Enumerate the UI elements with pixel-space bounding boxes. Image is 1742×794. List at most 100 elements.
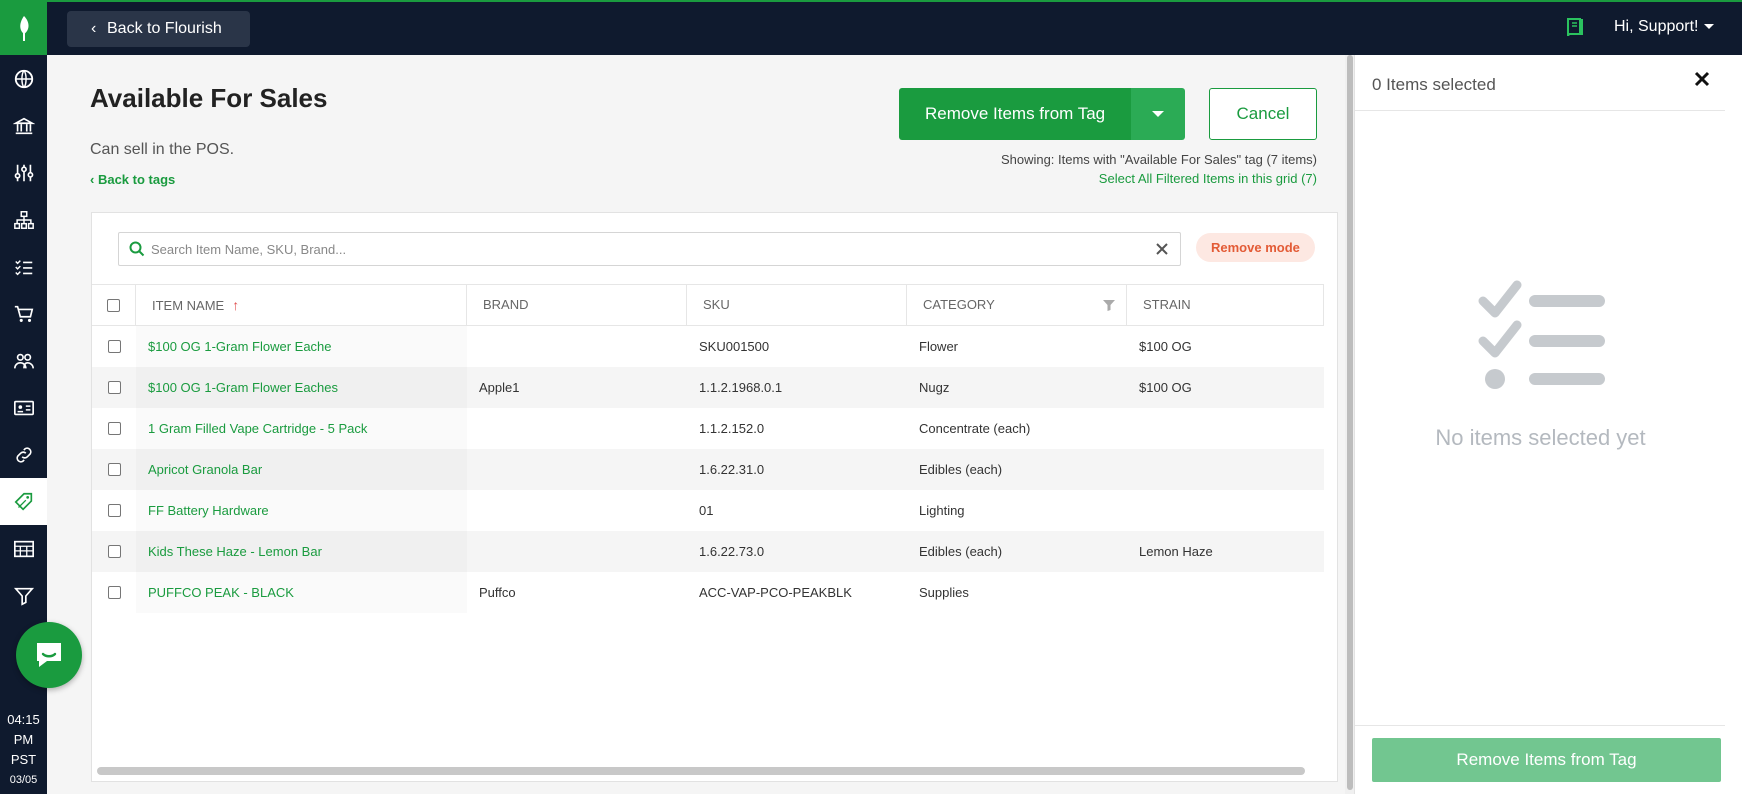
help-chat-button[interactable]: [16, 622, 82, 688]
table-row[interactable]: PUFFCO PEAK - BLACK Puffco ACC-VAP-PCO-P…: [92, 572, 1324, 613]
item-name-link[interactable]: Kids These Haze - Lemon Bar: [136, 531, 467, 572]
book-icon[interactable]: [1564, 16, 1586, 43]
column-header-label: BRAND: [483, 297, 529, 312]
strain-cell: [1127, 449, 1324, 490]
checklist-icon: [14, 259, 32, 275]
row-checkbox[interactable]: [107, 586, 121, 599]
bank-icon: [12, 117, 35, 134]
filter-icon: [13, 587, 34, 606]
vertical-scrollbar-thumb[interactable]: [1347, 55, 1353, 790]
page-description: Can sell in the POS.: [90, 141, 235, 158]
remove-items-button[interactable]: Remove Items from Tag: [899, 88, 1132, 140]
column-header-label: ITEM NAME: [152, 298, 225, 313]
column-header-category[interactable]: CATEGORY: [907, 285, 1127, 325]
sidebar-item-table[interactable]: [0, 525, 47, 572]
close-icon[interactable]: [1154, 241, 1170, 257]
row-checkbox-cell: [92, 326, 136, 367]
sidebar-item-sliders[interactable]: [0, 149, 47, 196]
table-row[interactable]: Apricot Granola Bar 1.6.22.31.0 Edibles …: [92, 449, 1324, 490]
sidebar-item-cart[interactable]: [0, 290, 47, 337]
sku-cell: 1.6.22.73.0: [699, 544, 765, 559]
filter-icon[interactable]: [1102, 298, 1116, 312]
sidebar-item-tags[interactable]: [0, 478, 47, 525]
brand-cell: [467, 531, 687, 572]
row-checkbox[interactable]: [107, 463, 121, 476]
sidebar-item-filter[interactable]: [0, 572, 47, 619]
selected-count: 0 Items selected: [1372, 75, 1496, 94]
table-row[interactable]: FF Battery Hardware 01 Lighting: [92, 490, 1324, 531]
sidebar-item-people[interactable]: [0, 337, 47, 384]
user-menu[interactable]: Hi, Support!: [1614, 18, 1715, 36]
select-all-checkbox[interactable]: [107, 298, 120, 312]
caret-down-icon: [1152, 111, 1165, 117]
select-all-filtered-link[interactable]: Select All Filtered Items in this grid (…: [1099, 171, 1317, 186]
brand-cell: [467, 408, 687, 449]
strain-cell: [1127, 572, 1324, 613]
sku-cell: 1.6.22.31.0: [699, 462, 765, 477]
sku-cell: 1.1.2.152.0: [699, 421, 765, 436]
strain-cell: [1127, 490, 1324, 531]
strain-cell: $100 OG: [1139, 380, 1192, 395]
remove-items-dropdown-toggle[interactable]: [1131, 88, 1186, 140]
horizontal-scrollbar[interactable]: [97, 767, 1305, 775]
top-bar: ‹ Back to Flourish Hi, Support!: [47, 0, 1742, 55]
back-to-flourish-button[interactable]: ‹ Back to Flourish: [67, 11, 250, 47]
item-name-link[interactable]: $100 OG 1-Gram Flower Eaches: [136, 367, 467, 408]
column-header-strain[interactable]: STRAIN: [1127, 285, 1324, 325]
sidebar-item-org[interactable]: [0, 196, 47, 243]
row-checkbox[interactable]: [107, 340, 121, 353]
chevron-left-icon: ‹: [91, 20, 97, 37]
sku-cell: 1.1.2.1968.0.1: [699, 380, 783, 395]
sidebar-item-checklist[interactable]: [0, 243, 47, 290]
strain-cell: Lemon Haze: [1139, 544, 1213, 559]
item-name-link[interactable]: Apricot Granola Bar: [136, 449, 467, 490]
item-name-link[interactable]: PUFFCO PEAK - BLACK: [136, 572, 467, 613]
item-name-link[interactable]: $100 OG 1-Gram Flower Eache: [136, 326, 467, 367]
row-checkbox-cell: [92, 572, 136, 613]
org-chart-icon: [13, 210, 34, 229]
item-name-link[interactable]: 1 Gram Filled Vape Cartridge - 5 Pack: [136, 408, 467, 449]
clock-time: 04:15: [7, 712, 40, 727]
globe-icon: [14, 69, 33, 88]
category-cell: Flower: [919, 339, 959, 354]
cancel-button[interactable]: Cancel: [1209, 88, 1317, 140]
sku-cell: ACC-VAP-PCO-PEAKBLK: [699, 585, 852, 600]
selection-panel-footer: Remove Items from Tag: [1355, 725, 1726, 794]
row-checkbox[interactable]: [107, 545, 121, 558]
sliders-icon: [14, 164, 33, 181]
cart-icon: [14, 305, 33, 322]
table-row[interactable]: Kids These Haze - Lemon Bar 1.6.22.73.0 …: [92, 531, 1324, 572]
category-cell: Edibles (each): [919, 544, 1003, 559]
items-table: ITEM NAME ↑ BRAND SKU CATEGORY STRAIN $10…: [92, 284, 1324, 613]
category-cell: Lighting: [919, 503, 965, 518]
row-checkbox[interactable]: [107, 504, 121, 517]
close-icon[interactable]: [1693, 70, 1711, 88]
category-cell: Supplies: [919, 585, 969, 600]
clock: 04:15 PM PST 03/05: [0, 710, 47, 790]
sidebar-item-globe[interactable]: [0, 55, 47, 102]
main-content: Available For Sales Can sell in the POS.…: [47, 55, 1355, 794]
sidebar-item-bank[interactable]: [0, 102, 47, 149]
selection-panel-header: 0 Items selected: [1355, 55, 1725, 111]
table-row[interactable]: $100 OG 1-Gram Flower Eache SKU001500 Fl…: [92, 326, 1324, 367]
column-header-brand[interactable]: BRAND: [467, 285, 687, 325]
column-header-item-name[interactable]: ITEM NAME ↑: [136, 285, 467, 325]
search-input[interactable]: [151, 233, 1141, 265]
sidebar-item-id-card[interactable]: [0, 384, 47, 431]
back-to-tags-link[interactable]: ‹ Back to tags: [90, 172, 175, 187]
remove-items-from-tag-button[interactable]: Remove Items from Tag: [1372, 738, 1721, 782]
remove-mode-badge: Remove mode: [1196, 233, 1315, 262]
table-row[interactable]: $100 OG 1-Gram Flower Eaches Apple1 1.1.…: [92, 367, 1324, 408]
clock-ampm: PM: [13, 732, 34, 747]
clock-tz: PST: [10, 752, 37, 767]
column-header-sku[interactable]: SKU: [687, 285, 907, 325]
flourish-logo[interactable]: [0, 0, 47, 55]
row-checkbox[interactable]: [107, 381, 121, 394]
table-header: ITEM NAME ↑ BRAND SKU CATEGORY STRAIN: [92, 284, 1324, 326]
column-header-label: STRAIN: [1143, 297, 1191, 312]
table-row[interactable]: 1 Gram Filled Vape Cartridge - 5 Pack 1.…: [92, 408, 1324, 449]
row-checkbox[interactable]: [107, 422, 121, 435]
sidebar-item-link[interactable]: [0, 431, 47, 478]
page-edge: [1725, 55, 1742, 794]
item-name-link[interactable]: FF Battery Hardware: [136, 490, 467, 531]
